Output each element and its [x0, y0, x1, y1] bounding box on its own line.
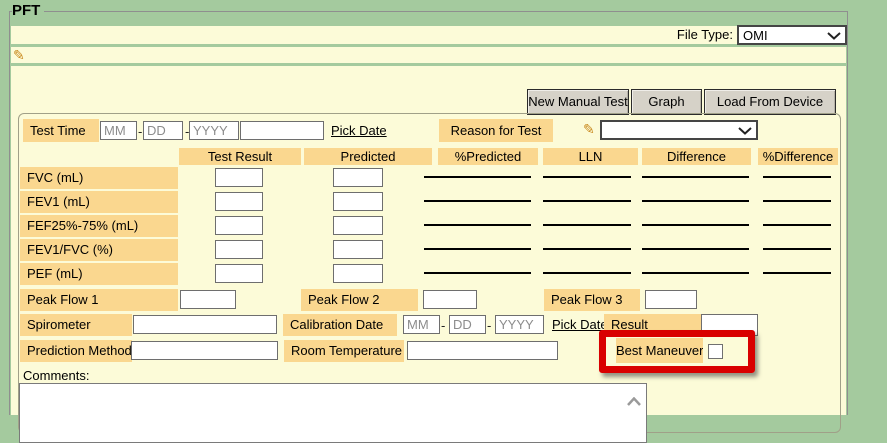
result-label: Result — [604, 314, 703, 336]
fvc-pct-difference-line — [763, 176, 831, 178]
fev1-fvc-difference-line — [642, 248, 749, 250]
new-manual-test-button[interactable]: New Manual Test — [527, 89, 629, 115]
comments-textarea[interactable] — [19, 383, 647, 443]
edit-pencil-icon[interactable]: ✎ — [13, 48, 25, 62]
edit-bar — [11, 47, 846, 63]
col-header-predicted: Predicted — [304, 148, 432, 165]
pick-date-link[interactable]: Pick Date — [331, 123, 387, 138]
fef-difference-line — [642, 224, 749, 226]
fev1-fvc-test-result-input[interactable] — [215, 240, 263, 259]
peak-flow-1-label: Peak Flow 1 — [20, 289, 178, 311]
peak-flow-2-input[interactable] — [423, 290, 477, 309]
peak-flow-3-label: Peak Flow 3 — [544, 289, 640, 311]
test-time-time-input[interactable] — [240, 121, 324, 140]
prediction-method-label: Prediction Method — [20, 340, 132, 362]
col-header-pct-difference: %Difference — [758, 148, 838, 165]
fev1-fvc-predicted-input[interactable] — [333, 240, 383, 259]
fev1-test-result-input[interactable] — [215, 192, 263, 211]
fvc-lln-line — [543, 176, 631, 178]
pef-test-result-input[interactable] — [215, 264, 263, 283]
test-time-year-input[interactable] — [189, 121, 239, 140]
peak-flow-3-input[interactable] — [645, 290, 697, 309]
pft-form-panel: Test Time - - Pick Date Reason for Test … — [18, 113, 841, 433]
comments-label: Comments: — [23, 368, 89, 383]
scrollbar-up-icon[interactable] — [627, 394, 641, 409]
peak-flow-2-label: Peak Flow 2 — [301, 289, 418, 311]
calibration-pick-date-link[interactable]: Pick Date — [552, 317, 608, 332]
spirometer-label: Spirometer — [20, 314, 132, 336]
fev1-difference-line — [642, 200, 749, 202]
fev1-pct-predicted-line — [424, 200, 531, 202]
fev1-fvc-lln-line — [543, 248, 631, 250]
fef-lln-line — [543, 224, 631, 226]
date-dash: - — [487, 318, 491, 333]
pef-lln-line — [543, 272, 631, 274]
result-input[interactable] — [701, 314, 758, 336]
fef-pct-difference-line — [763, 224, 831, 226]
pef-predicted-input[interactable] — [333, 264, 383, 283]
pef-difference-line — [642, 272, 749, 274]
col-header-difference: Difference — [642, 148, 751, 165]
fev1-fvc-pct-difference-line — [763, 248, 831, 250]
file-type-value: OMI — [743, 28, 768, 43]
calibration-date-label: Calibration Date — [283, 314, 397, 336]
prediction-method-input[interactable] — [131, 341, 278, 360]
test-time-day-input[interactable] — [143, 121, 183, 140]
calibration-month-input[interactable] — [403, 315, 440, 334]
reason-for-test-label: Reason for Test — [439, 119, 553, 142]
fef-pct-predicted-line — [424, 224, 531, 226]
fvc-pct-predicted-line — [424, 176, 531, 178]
date-dash: - — [441, 318, 445, 333]
date-dash: - — [138, 124, 142, 139]
room-temperature-input[interactable] — [407, 341, 558, 360]
fvc-test-result-input[interactable] — [215, 168, 263, 187]
chevron-down-icon — [827, 28, 841, 43]
col-header-lln: LLN — [543, 148, 638, 165]
fev1-fvc-pct-predicted-line — [424, 248, 531, 250]
spirometer-input[interactable] — [133, 315, 277, 334]
fev1-pct-difference-line — [763, 200, 831, 202]
fev1-lln-line — [543, 200, 631, 202]
calibration-day-input[interactable] — [449, 315, 486, 334]
reason-edit-pencil-icon[interactable]: ✎ — [583, 122, 595, 136]
pef-pct-predicted-line — [424, 272, 531, 274]
fev1-predicted-input[interactable] — [333, 192, 383, 211]
col-header-pct-predicted: %Predicted — [438, 148, 538, 165]
row-label-fev1: FEV1 (mL) — [20, 191, 178, 213]
file-type-label: File Type: — [648, 26, 733, 44]
calibration-year-input[interactable] — [495, 315, 544, 334]
best-maneuver-checkbox[interactable] — [708, 344, 723, 359]
fef-test-result-input[interactable] — [215, 216, 263, 235]
fvc-difference-line — [642, 176, 749, 178]
row-label-fef: FEF25%-75% (mL) — [20, 215, 178, 237]
chevron-down-icon — [738, 123, 752, 138]
col-header-test-result: Test Result — [179, 148, 301, 165]
best-maneuver-label: Best Maneuver — [616, 338, 703, 363]
peak-flow-1-input[interactable] — [180, 290, 236, 309]
fvc-predicted-input[interactable] — [333, 168, 383, 187]
row-label-fvc: FVC (mL) — [20, 167, 178, 189]
test-time-label: Test Time — [23, 119, 99, 142]
test-time-month-input[interactable] — [100, 121, 137, 140]
page-title: PFT — [12, 2, 44, 19]
room-temperature-label: Room Temperature — [284, 340, 404, 362]
file-type-select[interactable]: OMI — [737, 25, 847, 45]
graph-button[interactable]: Graph — [631, 89, 702, 115]
row-label-pef: PEF (mL) — [20, 263, 178, 285]
fef-predicted-input[interactable] — [333, 216, 383, 235]
row-label-fev1-fvc: FEV1/FVC (%) — [20, 239, 178, 261]
reason-for-test-select[interactable] — [600, 120, 758, 140]
load-from-device-button[interactable]: Load From Device — [704, 89, 836, 115]
pef-pct-difference-line — [763, 272, 831, 274]
